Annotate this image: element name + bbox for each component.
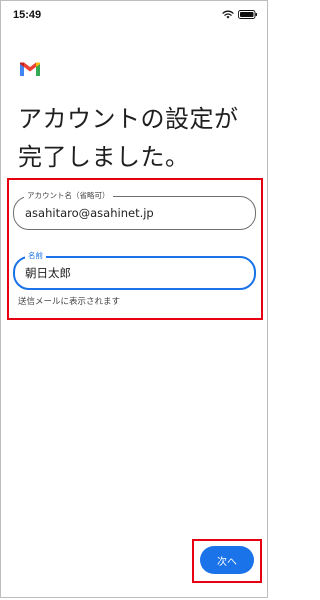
wifi-icon <box>222 10 234 19</box>
status-bar: 15:49 <box>0 0 270 30</box>
name-helper-text: 送信メールに表示されます <box>18 297 121 307</box>
name-field[interactable]: 名前 朝日太郎 <box>13 250 256 290</box>
status-time: 15:49 <box>13 9 42 21</box>
gmail-logo-icon <box>19 60 41 78</box>
account-name-input[interactable]: asahitaro@asahinet.jp <box>25 197 154 229</box>
status-icons <box>222 10 258 19</box>
account-name-field[interactable]: アカウント名（省略可） asahitaro@asahinet.jp <box>13 190 256 230</box>
name-input[interactable]: 朝日太郎 <box>25 258 71 288</box>
next-button[interactable]: 次へ <box>200 546 254 574</box>
battery-icon <box>238 10 258 19</box>
page-title: アカウントの設定が完了しました。 <box>18 105 239 171</box>
